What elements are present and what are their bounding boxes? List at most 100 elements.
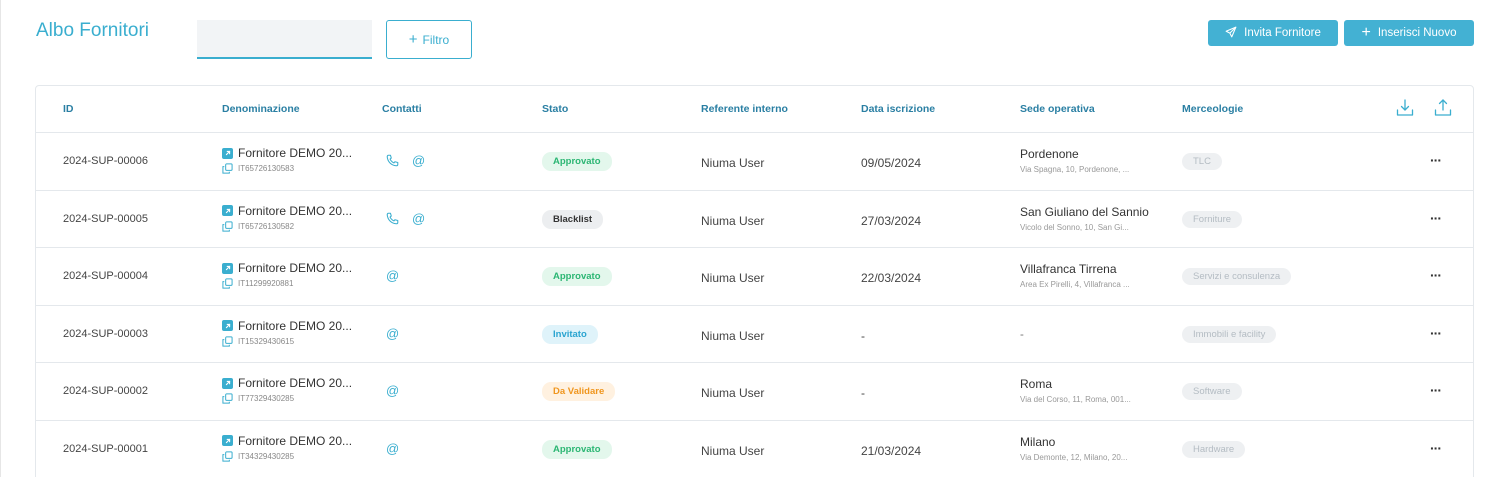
more-icon[interactable]: ··· bbox=[1430, 325, 1442, 341]
add-new-button[interactable]: + Inserisci Nuovo bbox=[1344, 20, 1474, 46]
table-row[interactable]: 2024-SUP-00002 Fornitore DEMO 20... IT7732… bbox=[36, 363, 1473, 421]
category-chip: Forniture bbox=[1182, 210, 1243, 228]
column-header-site[interactable]: Sede operativa bbox=[1020, 103, 1095, 115]
category-cell: Hardware bbox=[1182, 440, 1246, 458]
supplier-name[interactable]: Fornitore DEMO 20... bbox=[238, 434, 352, 448]
status-cell: Approvato bbox=[542, 152, 612, 171]
external-link-icon[interactable] bbox=[222, 435, 233, 446]
supplier-id: 2024-SUP-00003 bbox=[63, 327, 149, 340]
external-link-icon[interactable] bbox=[222, 262, 233, 274]
contacts-cell: @ bbox=[386, 383, 399, 398]
status-badge: Approvato bbox=[542, 439, 612, 459]
column-header-date[interactable]: Data iscrizione bbox=[861, 103, 935, 115]
referent-cell: Niuma User bbox=[701, 443, 765, 458]
column-header-categories[interactable]: Merceologie bbox=[1182, 103, 1243, 115]
supplier-name[interactable]: Fornitore DEMO 20... bbox=[238, 204, 352, 218]
supplier-name[interactable]: Fornitore DEMO 20... bbox=[238, 146, 352, 160]
supplier-register-page: Albo Fornitori + Filtro Invita Fornitore… bbox=[0, 0, 1505, 477]
site-cell: San Giuliano del Sannio Vicolo del Sonno,… bbox=[1020, 205, 1149, 232]
category-chip: TLC bbox=[1182, 153, 1222, 170]
contacts-cell: @ bbox=[386, 211, 425, 226]
more-icon[interactable]: ··· bbox=[1430, 382, 1442, 398]
paper-plane-icon bbox=[1225, 26, 1237, 41]
search-input[interactable] bbox=[197, 20, 372, 59]
column-header-id[interactable]: ID bbox=[63, 103, 74, 115]
copy-icon[interactable] bbox=[222, 220, 233, 232]
site-cell: Milano Via Demonte, 12, Milano, 20... bbox=[1020, 435, 1127, 462]
more-icon[interactable]: ··· bbox=[1430, 152, 1442, 168]
supplier-id: 2024-SUP-00005 bbox=[63, 212, 149, 225]
status-badge: Approvato bbox=[542, 267, 612, 286]
site-cell: Roma Via del Corso, 11, Roma, 001... bbox=[1020, 377, 1131, 404]
at-icon[interactable]: @ bbox=[386, 383, 399, 398]
table-row[interactable]: 2024-SUP-00003 Fornitore DEMO 20... IT1532… bbox=[36, 306, 1473, 363]
registration-date: 09/05/2024 bbox=[861, 156, 922, 170]
at-icon[interactable]: @ bbox=[386, 441, 399, 456]
referent-cell: Niuma User bbox=[701, 271, 765, 285]
site-cell: Villafranca Tirrena Area Ex Pirelli, 4, V… bbox=[1020, 262, 1130, 289]
phone-icon[interactable] bbox=[386, 212, 399, 225]
copy-icon[interactable] bbox=[222, 393, 233, 404]
supplier-name-cell: Fornitore DEMO 20... IT65726130583 bbox=[222, 146, 352, 174]
column-header-referent[interactable]: Referente interno bbox=[701, 103, 788, 115]
external-link-icon[interactable] bbox=[222, 147, 233, 159]
copy-icon[interactable] bbox=[222, 450, 233, 462]
site-address: Vicolo del Sonno, 10, San Gi... bbox=[1020, 222, 1129, 232]
status-cell: Approvato bbox=[542, 267, 612, 286]
supplier-name-cell: Fornitore DEMO 20... IT11299920881 bbox=[222, 261, 352, 289]
category-chip: Immobili e facility bbox=[1182, 325, 1277, 343]
at-icon[interactable]: @ bbox=[386, 326, 399, 341]
more-icon[interactable]: ··· bbox=[1430, 267, 1442, 283]
table-row[interactable]: 2024-SUP-00005 Fornitore DEMO 20... IT6572… bbox=[36, 191, 1473, 248]
contacts-cell: @ bbox=[386, 268, 399, 283]
contacts-cell: @ bbox=[386, 153, 425, 168]
supplier-name-cell: Fornitore DEMO 20... IT65726130582 bbox=[222, 204, 352, 232]
at-icon[interactable]: @ bbox=[412, 211, 425, 226]
supplier-name[interactable]: Fornitore DEMO 20... bbox=[238, 376, 352, 390]
table-row[interactable]: 2024-SUP-00004 Fornitore DEMO 20... IT1129… bbox=[36, 248, 1473, 306]
supplier-id: 2024-SUP-00004 bbox=[63, 270, 149, 282]
site-city: San Giuliano del Sannio bbox=[1020, 204, 1149, 219]
copy-icon[interactable] bbox=[222, 335, 233, 347]
column-header-name[interactable]: Denominazione bbox=[222, 103, 300, 115]
copy-icon[interactable] bbox=[222, 163, 233, 174]
category-cell: Servizi e consulenza bbox=[1182, 268, 1292, 285]
copy-icon[interactable] bbox=[222, 278, 233, 289]
at-icon[interactable]: @ bbox=[386, 268, 399, 283]
supplier-vat: IT11299920881 bbox=[238, 279, 294, 288]
site-address: Area Ex Pirelli, 4, Villafranca ... bbox=[1020, 280, 1130, 289]
site-address: Via del Corso, 11, Roma, 001... bbox=[1020, 395, 1131, 404]
supplier-name[interactable]: Fornitore DEMO 20... bbox=[238, 319, 352, 333]
plus-icon: + bbox=[408, 31, 418, 48]
registration-date: 22/03/2024 bbox=[861, 271, 922, 285]
filter-button[interactable]: + Filtro bbox=[386, 20, 472, 59]
category-chip: Servizi e consulenza bbox=[1182, 268, 1292, 285]
referent-cell: Niuma User bbox=[701, 328, 765, 343]
supplier-id: 2024-SUP-00002 bbox=[63, 385, 149, 397]
invite-supplier-button[interactable]: Invita Fornitore bbox=[1208, 20, 1338, 46]
column-header-contacts[interactable]: Contatti bbox=[382, 103, 422, 115]
invite-supplier-label: Invita Fornitore bbox=[1244, 27, 1321, 39]
download-icon[interactable] bbox=[1395, 98, 1415, 123]
status-cell: Invitato bbox=[542, 324, 598, 344]
external-link-icon[interactable] bbox=[222, 377, 233, 389]
site-city: - bbox=[1020, 328, 1024, 341]
registration-date: 21/03/2024 bbox=[861, 443, 922, 458]
table-row[interactable]: 2024-SUP-00006 Fornitore DEMO 20... IT6572… bbox=[36, 133, 1473, 191]
upload-icon[interactable] bbox=[1433, 98, 1453, 123]
external-link-icon[interactable] bbox=[222, 320, 233, 331]
page-title: Albo Fornitori bbox=[36, 20, 149, 41]
more-icon[interactable]: ··· bbox=[1430, 440, 1442, 456]
status-cell: Approvato bbox=[542, 439, 612, 459]
more-icon[interactable]: ··· bbox=[1430, 210, 1442, 226]
site-city: Pordenone bbox=[1020, 147, 1079, 161]
table-row[interactable]: 2024-SUP-00001 Fornitore DEMO 20... IT3432… bbox=[36, 421, 1473, 477]
phone-icon[interactable] bbox=[386, 154, 399, 167]
supplier-name-cell: Fornitore DEMO 20... IT15329430615 bbox=[222, 319, 352, 347]
supplier-name[interactable]: Fornitore DEMO 20... bbox=[238, 261, 352, 275]
header-actions bbox=[1395, 98, 1453, 123]
external-link-icon[interactable] bbox=[222, 205, 233, 216]
column-header-status[interactable]: Stato bbox=[542, 103, 568, 115]
at-icon[interactable]: @ bbox=[412, 153, 425, 168]
contacts-cell: @ bbox=[386, 326, 399, 341]
